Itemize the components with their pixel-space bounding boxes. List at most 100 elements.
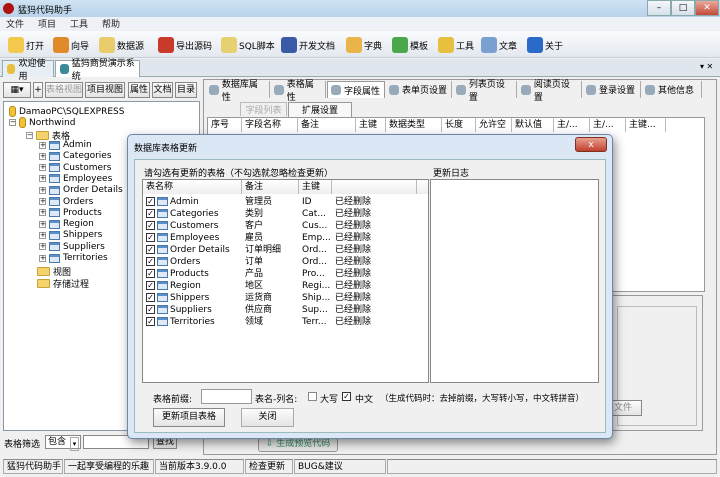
- table-checklist-row[interactable]: ✓ Employees 雇员 Emp... 已经删除: [143, 232, 428, 244]
- tree-table-item[interactable]: + Orders: [39, 197, 93, 207]
- column-header-status[interactable]: [332, 180, 417, 194]
- expand-icon[interactable]: +: [39, 164, 46, 172]
- expand-icon[interactable]: +: [39, 152, 46, 160]
- tree-table-item[interactable]: + Products: [39, 208, 102, 218]
- table-checklist-row[interactable]: ✓ Region 地区 Regi... 已经删除: [143, 280, 428, 292]
- tree-server[interactable]: DamaoPC\SQLEXPRESS: [9, 106, 124, 117]
- table-checklist-row[interactable]: ✓ Customers 客户 Cus... 已经删除: [143, 220, 428, 232]
- collapse-icon[interactable]: −: [26, 132, 33, 139]
- grid-column-header[interactable]: 主/...: [590, 118, 626, 132]
- chinese-checkbox[interactable]: ✓: [342, 392, 351, 401]
- grid-column-header[interactable]: 默认值: [512, 118, 554, 132]
- toolbar-button-6[interactable]: 字典: [346, 35, 382, 55]
- tree-procedures-folder[interactable]: 存储过程: [37, 277, 89, 290]
- table-checklist-row[interactable]: ✓ Categories 类别 Cat... 已经删除: [143, 208, 428, 220]
- menu-help[interactable]: 帮助: [102, 20, 120, 30]
- prefix-input[interactable]: [201, 389, 252, 404]
- table-checklist-row[interactable]: ✓ Territories 领域 Terr... 已经删除: [143, 316, 428, 328]
- toolbar-button-0[interactable]: 打开: [8, 35, 44, 55]
- menu-tools[interactable]: 工具: [70, 20, 88, 30]
- row-checkbox[interactable]: ✓: [146, 293, 155, 302]
- menu-file[interactable]: 文件: [6, 20, 24, 30]
- tab-info-7[interactable]: 其他信息: [642, 81, 702, 98]
- menu-project[interactable]: 项目: [38, 20, 56, 30]
- tab-gear-3[interactable]: 表单页设置: [386, 81, 452, 98]
- tree-table-item[interactable]: + Customers: [39, 163, 111, 173]
- collapse-icon[interactable]: −: [9, 119, 16, 126]
- add-button[interactable]: +: [33, 82, 43, 98]
- expand-icon[interactable]: +: [39, 198, 46, 205]
- bug-report-link[interactable]: BUG&建议: [294, 459, 386, 474]
- tree-table-item[interactable]: + Territories: [39, 253, 108, 263]
- toolbar-button-4[interactable]: SQL脚本: [221, 35, 275, 55]
- tab-field-2[interactable]: 字段属性: [327, 81, 385, 98]
- grid-column-header[interactable]: 主键: [356, 118, 386, 132]
- grid-column-header[interactable]: 主键...: [626, 118, 666, 132]
- row-checkbox[interactable]: ✓: [146, 269, 155, 278]
- table-checklist-row[interactable]: ✓ Shippers 运货商 Ship... 已经删除: [143, 292, 428, 304]
- expand-icon[interactable]: +: [39, 243, 46, 251]
- toolbar-button-10[interactable]: 关于: [527, 35, 563, 55]
- column-header-remark[interactable]: 备注: [242, 180, 299, 194]
- grid-column-header[interactable]: 允许空: [476, 118, 512, 132]
- table-checklist-row[interactable]: ✓ Orders 订单 Ord... 已经删除: [143, 256, 428, 268]
- update-log-box[interactable]: [430, 179, 599, 383]
- properties-button[interactable]: 属性: [128, 82, 150, 98]
- tree-table-item[interactable]: + Admin: [39, 140, 92, 150]
- grid-column-header[interactable]: 备注: [298, 118, 356, 132]
- subtab-field-list[interactable]: 字段列表: [240, 102, 287, 116]
- generate-preview-button[interactable]: ⇩ 生成预览代码: [258, 437, 338, 452]
- grid-column-header[interactable]: 数据类型: [386, 118, 442, 132]
- tab-gear-4[interactable]: 列表页设置: [453, 80, 517, 103]
- tab-database-0[interactable]: 数据库属性: [206, 80, 270, 103]
- toolbar-button-5[interactable]: 开发文档: [281, 35, 335, 55]
- table-checklist-row[interactable]: ✓ Admin 管理员 ID 已经删除: [143, 196, 428, 208]
- row-checkbox[interactable]: ✓: [146, 209, 155, 218]
- row-checkbox[interactable]: ✓: [146, 197, 155, 206]
- dialog-close-action-button[interactable]: 关闭: [241, 408, 294, 427]
- catalog-button[interactable]: 目录: [175, 82, 197, 98]
- column-header-name[interactable]: 表名称: [143, 180, 242, 194]
- toolbar-button-9[interactable]: 文章: [481, 35, 517, 55]
- project-view-button[interactable]: 项目视图: [85, 82, 125, 98]
- row-checkbox[interactable]: ✓: [146, 233, 155, 242]
- tab-user-6[interactable]: 登录设置: [583, 81, 641, 98]
- toolbar-button-2[interactable]: 数据源: [99, 35, 144, 55]
- grid-column-header[interactable]: 字段名称: [242, 118, 298, 132]
- expand-icon[interactable]: +: [39, 220, 46, 228]
- check-update-link[interactable]: 检查更新: [245, 459, 293, 474]
- expand-icon[interactable]: +: [39, 254, 46, 262]
- subtab-extended-settings[interactable]: 扩展设置: [288, 102, 352, 117]
- row-checkbox[interactable]: ✓: [146, 221, 155, 230]
- grid-column-header[interactable]: 长度: [442, 118, 476, 132]
- expand-icon[interactable]: +: [39, 231, 46, 239]
- row-checkbox[interactable]: ✓: [146, 257, 155, 266]
- uppercase-checkbox[interactable]: [308, 392, 317, 401]
- row-checkbox[interactable]: ✓: [146, 305, 155, 314]
- tab-gear-5[interactable]: 阅读页设置: [518, 80, 582, 103]
- filter-mode-select[interactable]: 包含 ▾: [45, 435, 81, 451]
- tree-table-item[interactable]: + Employees: [39, 174, 112, 184]
- dialog-close-button[interactable]: x: [575, 137, 607, 152]
- minimize-button[interactable]: –: [647, 0, 671, 16]
- tree-table-item[interactable]: + Region: [39, 219, 94, 229]
- table-view-button[interactable]: 表格视图: [45, 82, 83, 98]
- expand-icon[interactable]: +: [39, 141, 46, 149]
- expand-icon[interactable]: +: [39, 209, 46, 217]
- toolbar-button-7[interactable]: 模板: [392, 35, 428, 55]
- chevron-down-icon[interactable]: ▾: [70, 437, 79, 451]
- row-checkbox[interactable]: ✓: [146, 245, 155, 254]
- tree-table-item[interactable]: + Order Details: [39, 185, 123, 195]
- maximize-button[interactable]: □: [671, 0, 695, 16]
- row-checkbox[interactable]: ✓: [146, 317, 155, 326]
- row-checkbox[interactable]: ✓: [146, 281, 155, 290]
- grid-column-header[interactable]: 序号: [208, 118, 242, 132]
- tree-table-item[interactable]: + Suppliers: [39, 242, 105, 252]
- toolbar-button-3[interactable]: 导出源码: [158, 35, 212, 55]
- tab-menu-dropdown-icon[interactable]: ▾ ✕: [700, 62, 713, 71]
- tab-welcome[interactable]: 欢迎使用: [2, 59, 54, 82]
- tree-database[interactable]: − Northwind: [9, 117, 75, 128]
- tab-table-1[interactable]: 表格属性: [271, 80, 326, 103]
- column-header-pk[interactable]: 主键: [299, 180, 332, 194]
- toolbar-button-8[interactable]: 工具: [438, 35, 474, 55]
